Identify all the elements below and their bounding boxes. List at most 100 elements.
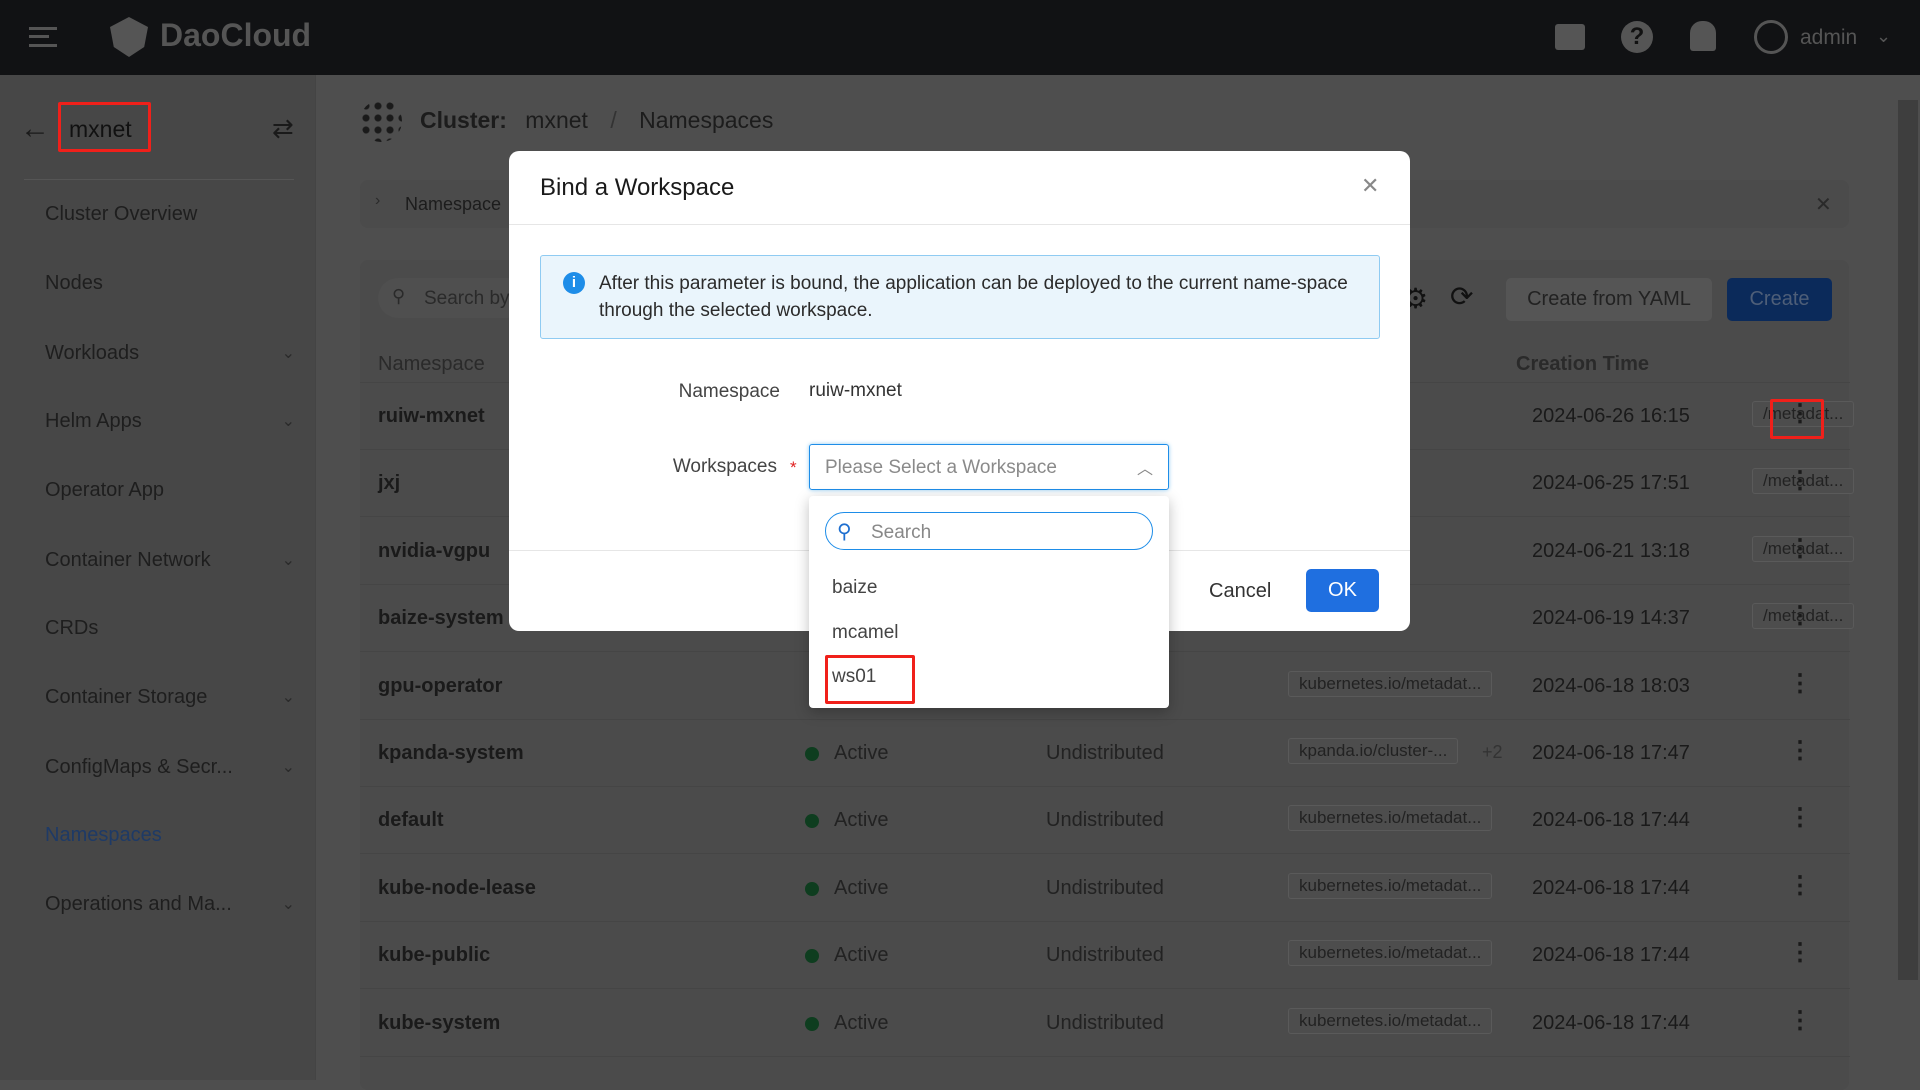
label-tag: kubernetes.io/metadat...	[1288, 872, 1493, 899]
required-mark: *	[790, 458, 797, 477]
table-row[interactable]: kube-node-lease Active Undistributed kubern…	[360, 855, 1850, 922]
namespace-name[interactable]: kube-node-lease	[378, 877, 536, 900]
message-icon[interactable]	[1555, 24, 1585, 50]
status-text: Active	[834, 876, 889, 899]
dialog-title: Bind a Workspace	[540, 174, 735, 201]
creation-time: 2024-06-26 16:15	[1532, 405, 1690, 427]
back-arrow-icon[interactable]: ←	[20, 112, 50, 146]
namespace-name[interactable]: ruiw-mxnet	[378, 405, 485, 428]
menu-icon[interactable]	[29, 27, 57, 47]
highlight-box	[825, 655, 915, 704]
creation-time: 2024-06-18 17:44	[1532, 1011, 1690, 1034]
status-dot	[805, 747, 819, 761]
workspace-text: Undistributed	[1046, 944, 1164, 967]
creation-time: 2024-06-21 13:18	[1532, 539, 1690, 562]
namespace-label: Namespace	[678, 381, 780, 402]
option-baize[interactable]: baize	[832, 577, 877, 599]
sidebar-item[interactable]: Container Network ⌄	[45, 545, 295, 575]
ok-button[interactable]: OK	[1306, 569, 1379, 612]
info-icon: i	[563, 272, 585, 294]
sidebar-item[interactable]: ConfigMaps & Secr... ⌄	[45, 752, 295, 782]
sidebar-item[interactable]: Operator App	[45, 475, 295, 505]
namespace-name[interactable]: kpanda-system	[378, 742, 524, 765]
namespace-name[interactable]: nvidia-vgpu	[378, 540, 490, 563]
more-actions-icon[interactable]: ⋮	[1788, 871, 1812, 900]
sidebar-item[interactable]: Helm Apps ⌄	[45, 406, 295, 436]
label-tag: kpanda.io/cluster-...	[1288, 738, 1459, 764]
namespace-name[interactable]: jxj	[378, 472, 400, 495]
creation-time: 2024-06-18 17:47	[1532, 742, 1690, 764]
highlight-box	[1770, 399, 1824, 439]
status-text: Active	[834, 809, 889, 832]
workspace-text: Undistributed	[1046, 1011, 1164, 1034]
more-actions-icon[interactable]: ⋮	[1788, 736, 1812, 765]
brand-name[interactable]: DaoCloud	[160, 17, 311, 54]
namespace-value: ruiw-mxnet	[809, 380, 902, 401]
namespace-name[interactable]: kube-public	[378, 944, 490, 967]
namespace-name[interactable]: baize-system	[378, 607, 504, 630]
workspace-select[interactable]: Please Select a Workspace ︿	[809, 444, 1169, 490]
top-bar: DaoCloud ? admin ⌄	[0, 0, 1920, 75]
sidebar-item-label: Cluster Overview	[45, 202, 198, 225]
sidebar-item-label: Helm Apps	[45, 409, 142, 432]
more-actions-icon[interactable]: ⋮	[1788, 466, 1812, 495]
cluster-icon	[360, 100, 402, 142]
namespace-name[interactable]: kube-system	[378, 1012, 500, 1035]
more-actions-icon[interactable]: ⋮	[1788, 669, 1812, 698]
status-text: Active	[834, 742, 889, 764]
status-dot	[805, 881, 819, 896]
chevron-down-icon[interactable]: ⌄	[1876, 26, 1891, 47]
creation-time: 2024-06-18 17:44	[1532, 876, 1690, 899]
more-actions-icon[interactable]: ⋮	[1788, 601, 1812, 630]
close-icon[interactable]: ✕	[1361, 173, 1379, 199]
breadcrumb-page: Namespaces	[639, 107, 774, 133]
label-tag: kubernetes.io/metadat...	[1288, 1007, 1493, 1034]
status-text: Active	[834, 1011, 889, 1034]
chevron-right-icon[interactable]: ›	[375, 192, 380, 210]
status-text: Active	[834, 944, 889, 967]
sidebar-item[interactable]: Workloads ⌄	[45, 338, 295, 368]
breadcrumb: Cluster: mxnet / Namespaces	[420, 107, 773, 134]
header-namespace[interactable]: Namespace	[378, 353, 485, 376]
refresh-icon[interactable]: ⟳	[1450, 280, 1473, 313]
sidebar-item[interactable]: Container Storage ⌄	[45, 682, 295, 712]
avatar[interactable]	[1754, 20, 1788, 54]
more-actions-icon[interactable]: ⋮	[1788, 803, 1812, 832]
sidebar-item[interactable]: Nodes	[45, 268, 295, 298]
bell-icon[interactable]	[1690, 21, 1716, 51]
divider	[509, 224, 1410, 225]
help-icon[interactable]: ?	[1621, 21, 1653, 53]
scrollbar[interactable]	[1898, 100, 1918, 980]
sidebar-item[interactable]: Operations and Ma... ⌄	[45, 889, 295, 919]
more-actions-icon[interactable]: ⋮	[1788, 1006, 1812, 1035]
creation-time: 2024-06-25 17:51	[1532, 472, 1690, 495]
chevron-down-icon: ⌄	[281, 689, 295, 706]
breadcrumb-cluster[interactable]: mxnet	[525, 107, 588, 133]
option-mcamel[interactable]: mcamel	[832, 622, 899, 644]
create-button[interactable]: Create	[1727, 278, 1832, 321]
select-placeholder: Please Select a Workspace	[825, 457, 1057, 478]
dropdown-search-input[interactable]: ⚲ Search	[825, 512, 1153, 550]
divider	[24, 179, 294, 180]
sidebar-item-label: Operations and Ma...	[45, 892, 232, 915]
sidebar-item[interactable]: CRDs	[45, 613, 295, 643]
user-name[interactable]: admin	[1800, 26, 1857, 50]
cancel-button[interactable]: Cancel	[1209, 580, 1271, 603]
namespace-name[interactable]: gpu-operator	[378, 675, 502, 698]
namespace-name[interactable]: default	[378, 809, 444, 832]
highlight-box	[58, 102, 151, 152]
more-actions-icon[interactable]: ⋮	[1788, 534, 1812, 563]
table-row[interactable]: kube-public Active Undistributed kubernetes…	[360, 922, 1850, 990]
more-actions-icon[interactable]: ⋮	[1788, 938, 1812, 967]
header-creation-time[interactable]: Creation Time	[1516, 353, 1649, 376]
search-input[interactable]: ⚲ Search by	[378, 278, 528, 318]
switch-cluster-icon[interactable]: ⇄	[272, 113, 294, 144]
sidebar-item[interactable]: Namespaces	[45, 820, 295, 850]
more-labels-count[interactable]: +2	[1482, 742, 1503, 763]
table-row[interactable]: kpanda-system Active Undistributed kpanda.i…	[360, 720, 1850, 787]
table-row[interactable]: kube-system Active Undistributed kubernetes…	[360, 990, 1850, 1057]
sidebar-item[interactable]: Cluster Overview	[45, 199, 295, 229]
table-row[interactable]: default Active Undistributed kubernetes.io/…	[360, 787, 1850, 855]
close-banner-icon[interactable]: ✕	[1815, 192, 1832, 217]
create-from-yaml-button[interactable]: Create from YAML	[1506, 278, 1712, 321]
